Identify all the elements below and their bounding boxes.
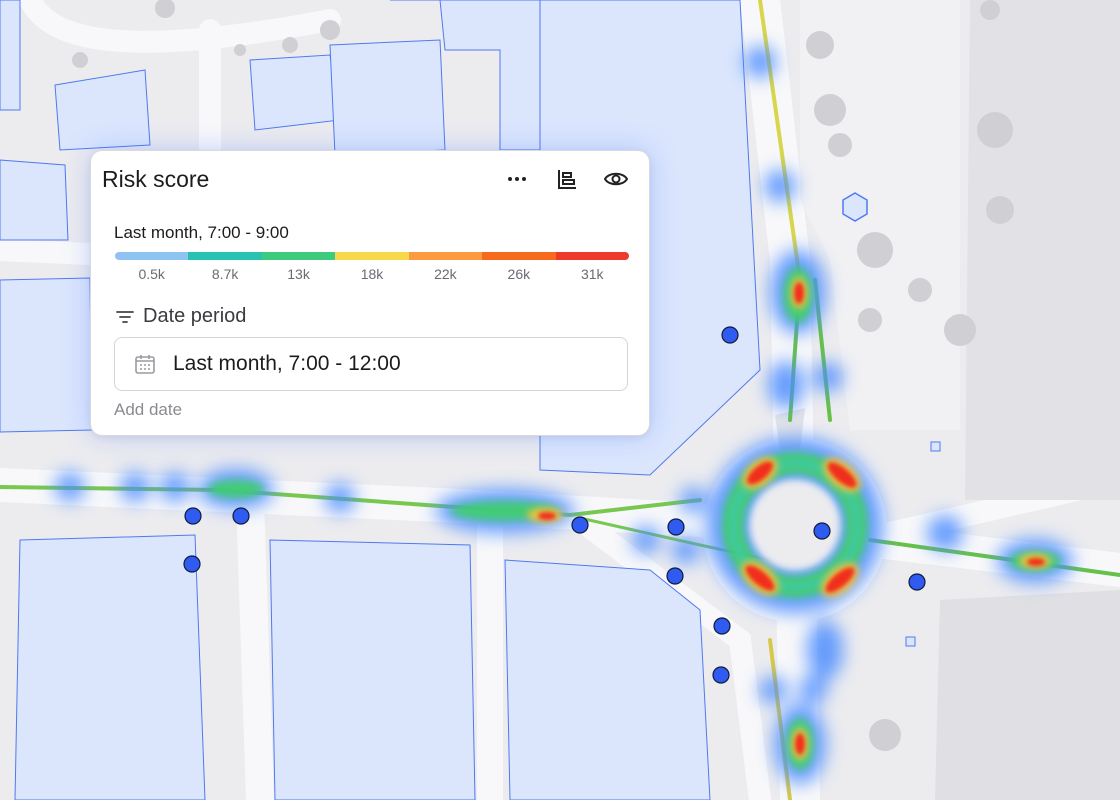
panel-title: Risk score xyxy=(102,166,210,192)
calendar-icon xyxy=(135,355,155,374)
more-horizontal-icon xyxy=(508,177,526,181)
incident-point xyxy=(908,573,926,591)
incident-point xyxy=(571,516,589,534)
legend-swatch xyxy=(188,252,262,260)
visibility-button[interactable] xyxy=(602,165,630,193)
legend-swatch xyxy=(335,252,409,260)
legend-swatch xyxy=(555,252,629,260)
hexagon-marker[interactable] xyxy=(842,192,868,222)
legend-swatch xyxy=(408,252,483,260)
legend-swatch xyxy=(115,252,189,260)
incident-point xyxy=(666,567,684,585)
legend-tick-label: 31k xyxy=(580,266,604,282)
add-date-link[interactable]: Add date xyxy=(114,400,182,420)
date-period-field[interactable]: Last month, 7:00 - 12:00 xyxy=(114,337,628,391)
incident-point xyxy=(184,507,202,525)
incident-point xyxy=(183,555,201,573)
chart-bars-icon xyxy=(558,170,576,189)
incident-point xyxy=(712,666,730,684)
date-period-value: Last month, 7:00 - 12:00 xyxy=(173,352,401,375)
date-period-label: Date period xyxy=(115,305,246,328)
legend-swatch xyxy=(482,252,556,260)
legend-tick-label: 0.5k xyxy=(138,266,165,282)
legend-title: Last month, 7:00 - 9:00 xyxy=(114,223,289,242)
legend-tick-label: 8.7k xyxy=(211,266,239,282)
legend-ticks: 0.5k 8.7k 13k 18k 22k 26k 31k xyxy=(115,266,629,282)
incident-point xyxy=(232,507,250,525)
legend-tick-label: 18k xyxy=(360,266,384,282)
legend-tick-label: 22k xyxy=(434,266,457,282)
filter-lines-icon xyxy=(116,310,134,323)
legend-color-bar xyxy=(115,252,629,260)
date-period-text: Date period xyxy=(143,305,247,327)
legend-tick-label: 13k xyxy=(287,266,310,282)
legend-tick-label: 26k xyxy=(507,266,531,282)
incident-point xyxy=(713,617,731,635)
eye-icon xyxy=(604,172,628,186)
incident-point xyxy=(721,326,739,344)
risk-score-panel: Risk score Last month, 7:00 - 9:00 0.5k 8… xyxy=(90,150,650,436)
more-options-button[interactable] xyxy=(503,165,531,193)
incident-point xyxy=(813,522,831,540)
chart-button[interactable] xyxy=(553,165,581,193)
square-marker[interactable] xyxy=(930,441,941,452)
square-marker[interactable] xyxy=(905,636,916,647)
incident-point xyxy=(667,518,685,536)
legend-swatch xyxy=(261,252,336,260)
